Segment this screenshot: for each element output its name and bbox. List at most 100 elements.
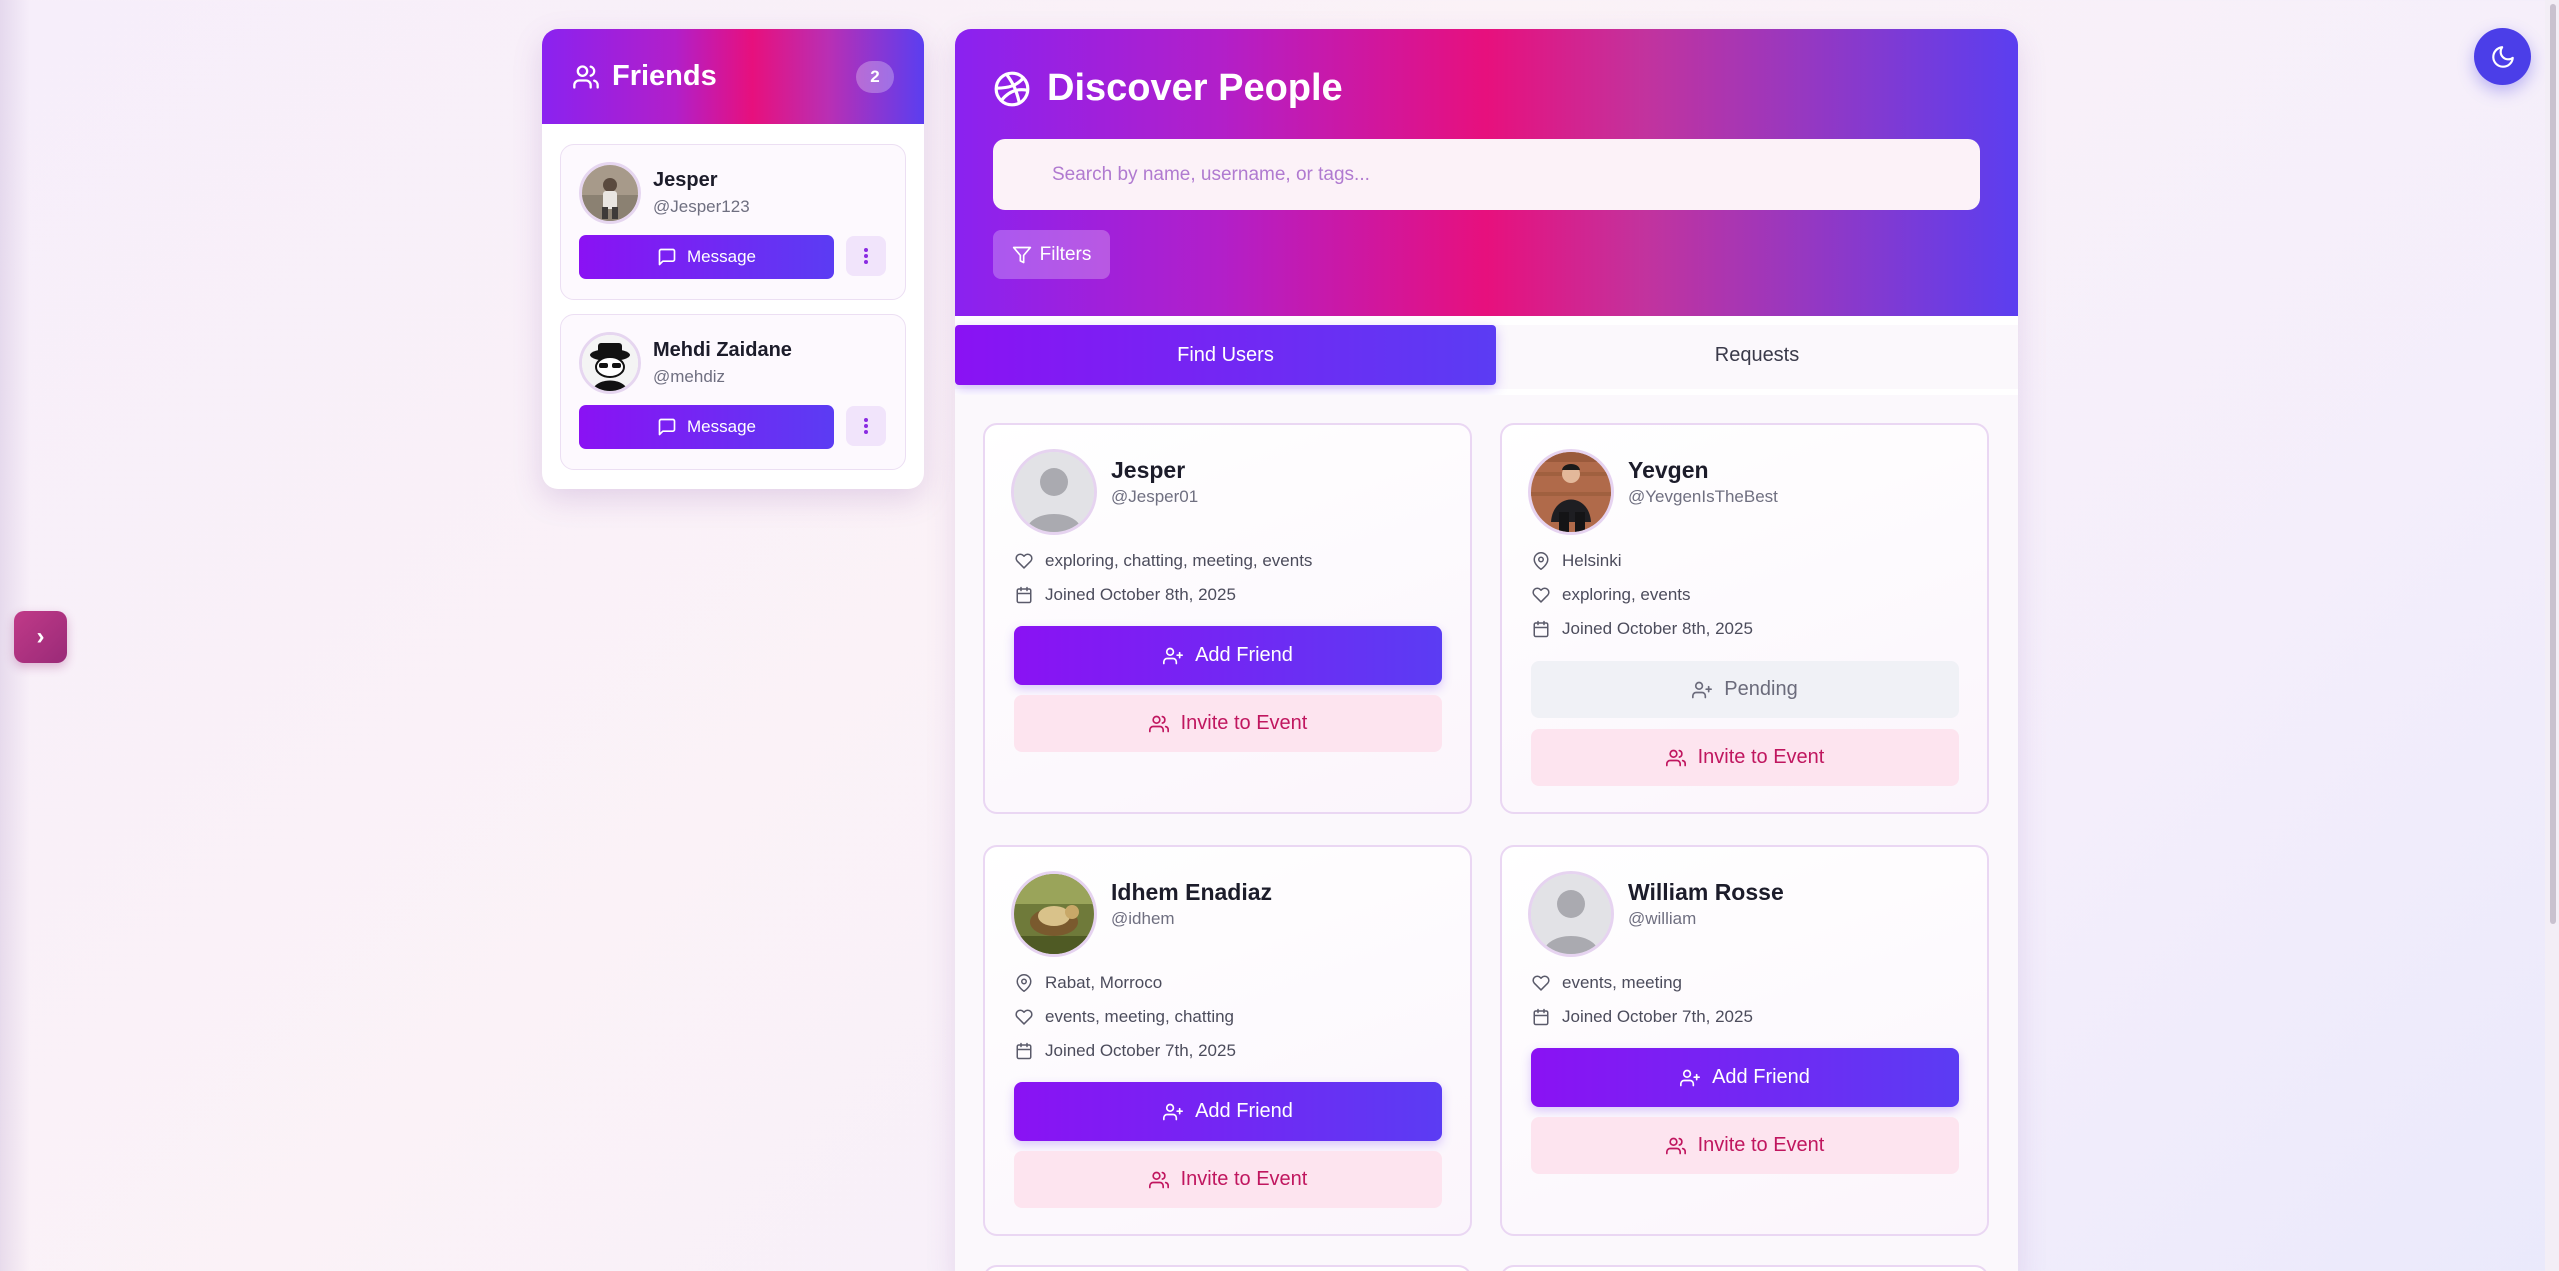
interests-text: exploring, events <box>1562 585 1691 604</box>
pending-button[interactable]: Pending <box>1531 661 1959 718</box>
heart-icon <box>1532 974 1550 992</box>
map-pin-icon <box>1015 974 1033 992</box>
avatar[interactable] <box>1528 449 1614 535</box>
search-input[interactable] <box>993 139 1980 210</box>
friends-panel: Friends 2 Jesper @Jesper123 Message Mehd… <box>542 29 924 489</box>
invite-label: Invite to Event <box>1180 712 1308 734</box>
joined-row: Joined October 7th, 2025 <box>1015 1041 1236 1061</box>
users-icon <box>1148 1170 1169 1190</box>
tab-find-users[interactable]: Find Users <box>955 325 1496 385</box>
user-card: Idhem Enadiaz @idhem Rabat, Morroco even… <box>983 845 1472 1236</box>
user-plus-icon <box>1692 680 1713 700</box>
user-card-partial <box>1500 1265 1989 1271</box>
filters-button[interactable]: Filters <box>993 230 1110 279</box>
message-icon <box>657 417 677 437</box>
avatar[interactable] <box>579 332 641 394</box>
friends-title: Friends <box>612 60 717 92</box>
user-plus-icon <box>1163 1102 1184 1122</box>
invite-to-event-button[interactable]: Invite to Event <box>1014 1151 1442 1208</box>
user-card: Yevgen @YevgenIsTheBest Helsinki explori… <box>1500 423 1989 814</box>
tab-requests[interactable]: Requests <box>1496 325 2018 385</box>
more-vertical-icon <box>863 247 869 265</box>
interests-text: events, meeting, chatting <box>1045 1007 1235 1026</box>
location-row: Helsinki <box>1532 551 1622 571</box>
friends-header: Friends 2 <box>542 29 924 124</box>
interests-text: events, meeting <box>1562 973 1683 992</box>
location-row: Rabat, Morroco <box>1015 973 1162 993</box>
user-handle: @YevgenIsTheBest <box>1628 487 1778 506</box>
friend-name: Mehdi Zaidane <box>653 339 792 361</box>
message-button[interactable]: Message <box>579 235 834 279</box>
message-button-label: Message <box>687 417 756 436</box>
more-vertical-icon <box>863 417 869 435</box>
user-name: Idhem Enadiaz <box>1111 879 1273 905</box>
add-friend-button[interactable]: Add Friend <box>1014 626 1442 685</box>
message-button[interactable]: Message <box>579 405 834 449</box>
user-name: William Rosse <box>1628 879 1784 905</box>
invite-label: Invite to Event <box>1697 1134 1825 1156</box>
user-plus-icon <box>1680 1068 1701 1088</box>
joined-text: Joined October 7th, 2025 <box>1045 1041 1236 1060</box>
add-friend-button[interactable]: Add Friend <box>1014 1082 1442 1141</box>
interests-row: exploring, events <box>1532 585 1691 605</box>
user-card-partial <box>983 1265 1472 1271</box>
friend-name: Jesper <box>653 169 718 191</box>
add-friend-label: Add Friend <box>1712 1066 1810 1088</box>
heart-icon <box>1015 1008 1033 1026</box>
discover-panel: Discover People Filters Find Users Reque… <box>955 29 2018 1271</box>
calendar-icon <box>1532 620 1550 638</box>
map-pin-icon <box>1532 552 1550 570</box>
interests-text: exploring, chatting, meeting, events <box>1045 551 1313 570</box>
user-name: Yevgen <box>1628 457 1709 483</box>
joined-text: Joined October 8th, 2025 <box>1045 585 1236 604</box>
discover-header: Discover People Filters <box>955 29 2018 316</box>
friends-count-badge: 2 <box>856 60 894 93</box>
avatar[interactable] <box>1011 449 1097 535</box>
calendar-icon <box>1015 586 1033 604</box>
friend-handle: @Jesper123 <box>653 197 750 216</box>
heart-icon <box>1015 552 1033 570</box>
filters-label: Filters <box>1039 243 1092 265</box>
invite-to-event-button[interactable]: Invite to Event <box>1014 695 1442 752</box>
friend-card: Jesper @Jesper123 Message <box>560 144 906 300</box>
page-title: Discover People <box>1047 67 1343 109</box>
avatar[interactable] <box>579 162 641 224</box>
add-friend-label: Add Friend <box>1195 1100 1293 1122</box>
user-handle: @Jesper01 <box>1111 487 1199 506</box>
user-card: Jesper @Jesper01 exploring, chatting, me… <box>983 423 1472 814</box>
user-card: William Rosse @william events, meeting J… <box>1500 845 1989 1236</box>
sidebar-toggle-button[interactable]: › <box>14 611 67 663</box>
avatar[interactable] <box>1011 871 1097 957</box>
filter-icon <box>1012 245 1032 265</box>
users-icon <box>1148 714 1169 734</box>
interests-row: events, meeting <box>1532 973 1682 993</box>
users-icon <box>1665 748 1686 768</box>
more-options-button[interactable] <box>846 236 886 276</box>
theme-toggle-button[interactable] <box>2474 28 2531 85</box>
scrollbar-thumb[interactable] <box>2550 4 2556 924</box>
joined-row: Joined October 8th, 2025 <box>1015 585 1236 605</box>
moon-icon <box>2490 44 2516 70</box>
user-handle: @william <box>1628 909 1697 928</box>
users-icon <box>572 63 600 91</box>
message-button-label: Message <box>687 247 756 266</box>
joined-text: Joined October 7th, 2025 <box>1562 1007 1753 1026</box>
message-icon <box>657 247 677 267</box>
more-options-button[interactable] <box>846 406 886 446</box>
joined-row: Joined October 7th, 2025 <box>1532 1007 1753 1027</box>
avatar[interactable] <box>1528 871 1614 957</box>
friend-card: Mehdi Zaidane @mehdiz Message <box>560 314 906 470</box>
user-name: Jesper <box>1111 457 1186 483</box>
invite-to-event-button[interactable]: Invite to Event <box>1531 729 1959 786</box>
page-scrollbar[interactable] <box>2545 0 2559 1271</box>
calendar-icon <box>1015 1042 1033 1060</box>
invite-label: Invite to Event <box>1180 1168 1308 1190</box>
user-handle: @idhem <box>1111 909 1175 928</box>
dribbble-icon <box>993 70 1031 108</box>
interests-row: events, meeting, chatting <box>1015 1007 1234 1027</box>
pending-label: Pending <box>1724 678 1798 700</box>
invite-to-event-button[interactable]: Invite to Event <box>1531 1117 1959 1174</box>
add-friend-button[interactable]: Add Friend <box>1531 1048 1959 1107</box>
interests-row: exploring, chatting, meeting, events <box>1015 551 1312 571</box>
calendar-icon <box>1532 1008 1550 1026</box>
